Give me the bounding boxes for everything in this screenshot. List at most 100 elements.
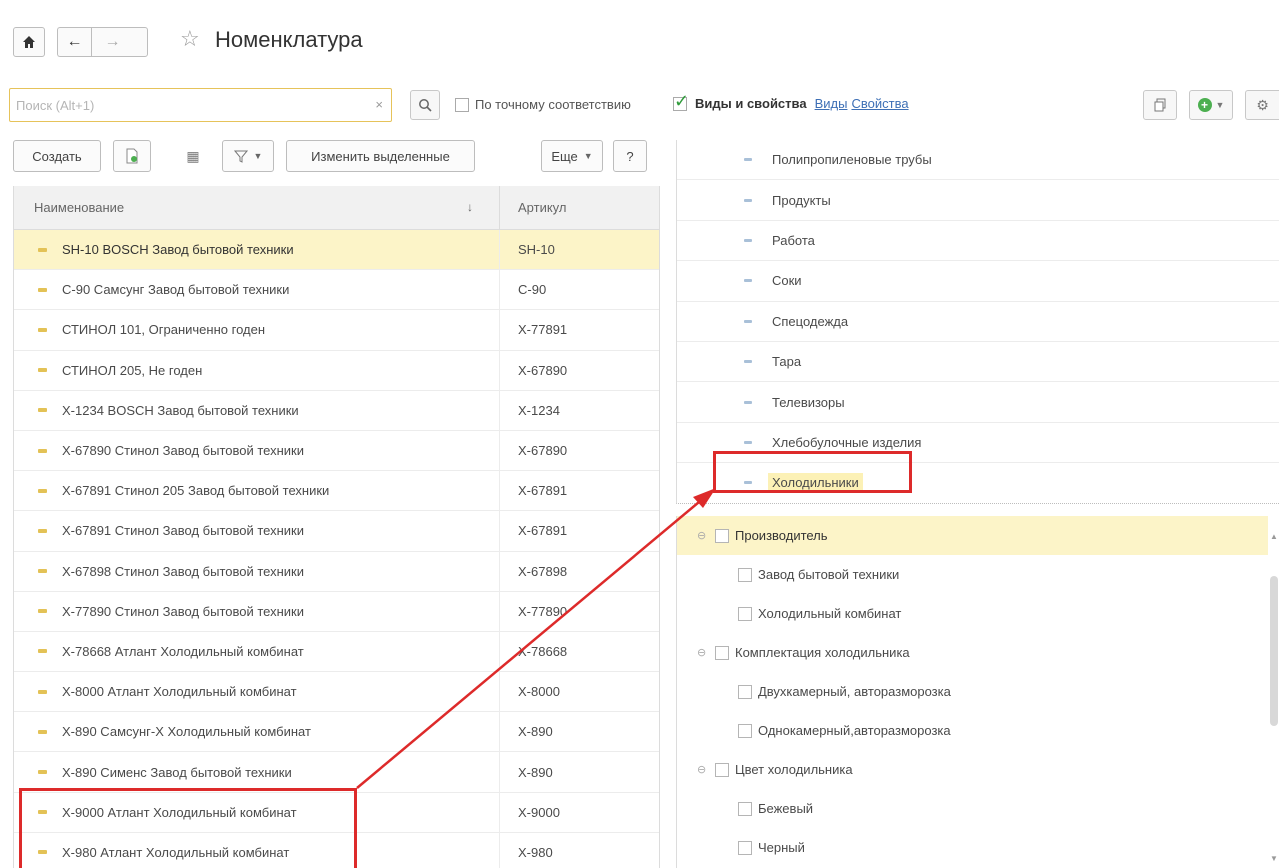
table-row[interactable]: Х-77890 Стинол Завод бытовой техники Х-77… [14, 591, 659, 632]
table-row[interactable]: Х-1234 BOSCH Завод бытовой техники Х-1234 [14, 390, 659, 431]
item-icon [38, 448, 47, 453]
copy-button[interactable] [1143, 90, 1177, 120]
property-value[interactable]: Однокамерный,авторазморозка [677, 711, 1268, 750]
kinds-properties-checkbox[interactable]: ✓ [673, 92, 689, 111]
table-row[interactable]: СТИНОЛ 101, Ограниченно годен Х-77891 [14, 310, 659, 351]
cell-name: Х-890 Сименс Завод бытовой техники [14, 752, 500, 792]
table-icon: ▦ [186, 147, 200, 164]
table-row[interactable]: Х-78668 Атлант Холодильный комбинат Х-786… [14, 631, 659, 673]
create-button[interactable]: Создать [13, 140, 101, 172]
property-checkbox[interactable] [738, 684, 752, 699]
search-field[interactable]: × [9, 88, 392, 122]
kind-item[interactable]: Телевизоры [677, 382, 1279, 423]
table-row[interactable]: Х-8000 Атлант Холодильный комбинат Х-8000 [14, 672, 659, 713]
exact-match-option[interactable]: По точному соответствию [455, 97, 631, 112]
copy-icon [1154, 98, 1166, 112]
table-row[interactable]: Х-890 Сименс Завод бытовой техники Х-890 [14, 752, 659, 793]
cell-name-text: Х-8000 Атлант Холодильный комбинат [62, 684, 297, 700]
column-header-article[interactable]: Артикул [500, 186, 566, 229]
property-value[interactable]: Черный [677, 828, 1268, 867]
property-checkbox[interactable] [738, 801, 752, 816]
kinds-properties-toggle[interactable]: ✓ Виды и свойства Виды Свойства [673, 92, 909, 111]
property-value-label: Черный [758, 840, 805, 855]
kind-item[interactable]: Работа [677, 221, 1279, 262]
property-checkbox[interactable] [715, 645, 729, 660]
kind-item[interactable]: Полипропиленовые трубы [677, 140, 1279, 181]
cell-name-text: Х-67891 Стинол 205 Завод бытовой техники [62, 483, 330, 499]
table-header: Наименование ↓ Артикул [14, 186, 659, 230]
create-copy-button[interactable] [113, 140, 151, 172]
star-icon[interactable]: ☆ [180, 26, 200, 52]
kind-item[interactable]: Спецодежда [677, 302, 1279, 342]
table-row[interactable]: С-90 Самсунг Завод бытовой техники С-90 [14, 270, 659, 311]
clear-icon[interactable]: × [375, 97, 383, 112]
exact-match-checkbox[interactable] [455, 97, 469, 112]
properties-scrollbar[interactable]: ▲ ▼ [1268, 516, 1279, 868]
cell-name: СТИНОЛ 101, Ограниченно годен [14, 310, 500, 350]
property-checkbox[interactable] [738, 840, 752, 855]
header: ← → ☆ Номенклатура [0, 0, 1279, 80]
scroll-thumb[interactable] [1270, 576, 1278, 726]
column-header-name[interactable]: Наименование ↓ [14, 186, 500, 229]
scroll-up-icon[interactable]: ▲ [1270, 532, 1278, 541]
search-input[interactable] [16, 90, 356, 120]
cell-name-text: СТИНОЛ 101, Ограниченно годен [62, 322, 266, 338]
cell-article: Х-9000 [518, 804, 560, 820]
page-title: Номенклатура [215, 27, 363, 52]
scroll-down-icon[interactable]: ▼ [1270, 854, 1278, 863]
table-row[interactable]: Х-890 Самсунг-Х Холодильный комбинат Х-89… [14, 712, 659, 753]
filter-button[interactable]: ▼ [222, 140, 274, 172]
back-button[interactable]: ← [57, 27, 91, 57]
item-icon [744, 360, 752, 364]
properties-link[interactable]: Свойства [851, 96, 908, 111]
property-value[interactable]: Завод бытовой техники [677, 555, 1268, 594]
kind-item[interactable]: Соки [677, 261, 1279, 302]
kind-item[interactable]: Продукты [677, 180, 1279, 221]
property-group-color[interactable]: ⊖ Цвет холодильника [677, 750, 1268, 789]
item-icon [38, 488, 47, 493]
collapse-icon[interactable]: ⊖ [697, 529, 715, 542]
table-row[interactable]: Х-67891 Стинол Завод бытовой техники Х-67… [14, 511, 659, 552]
help-button[interactable]: ? [613, 140, 647, 172]
gear-icon: ⚙ [1256, 96, 1269, 113]
kind-item[interactable]: Тара [677, 342, 1279, 383]
add-button[interactable]: + ▼ [1189, 90, 1233, 120]
table-row[interactable]: SH-10 BOSCH Завод бытовой техники SH-10 [14, 230, 659, 271]
table-row[interactable]: СТИНОЛ 205, Не годен Х-67890 [14, 350, 659, 391]
property-checkbox[interactable] [738, 567, 752, 582]
collapse-icon[interactable]: ⊖ [697, 763, 715, 776]
collapse-icon[interactable]: ⊖ [697, 646, 715, 659]
cell-name-text: Х-67890 Стинол Завод бытовой техники [62, 443, 305, 459]
settings-button[interactable]: ⚙ [1245, 90, 1279, 120]
property-value[interactable]: Холодильный комбинат [677, 594, 1268, 633]
chevron-down-icon: ▼ [1215, 100, 1225, 110]
property-checkbox[interactable] [715, 528, 729, 543]
kinds-properties-label: Виды и свойства [695, 96, 807, 111]
chevron-down-icon: ▼ [253, 151, 263, 161]
more-button[interactable]: Еще ▼ [541, 140, 603, 172]
table-row[interactable]: Х-67890 Стинол Завод бытовой техники Х-67… [14, 430, 659, 472]
search-button[interactable] [410, 90, 440, 120]
property-value[interactable]: Двухкамерный, авторазморозка [677, 672, 1268, 711]
cell-article: Х-67891 [518, 483, 568, 499]
table-row[interactable]: Х-67891 Стинол 205 Завод бытовой техники… [14, 471, 659, 512]
report-button[interactable]: ▦ [177, 140, 209, 172]
property-group-equipment[interactable]: ⊖ Комплектация холодильника [677, 633, 1268, 672]
property-group-manufacturer[interactable]: ⊖ Производитель [677, 516, 1268, 555]
item-icon [744, 158, 752, 162]
cell-name: Х-890 Самсунг-Х Холодильный комбинат [14, 712, 500, 752]
property-checkbox[interactable] [738, 723, 752, 738]
item-icon [38, 729, 47, 734]
forward-button[interactable]: → [91, 27, 148, 57]
property-value-label: Однокамерный,авторазморозка [758, 723, 951, 738]
property-checkbox[interactable] [738, 606, 752, 621]
property-value[interactable]: Бежевый [677, 789, 1268, 828]
kinds-link[interactable]: Виды [815, 96, 848, 111]
cell-article: Х-890 [518, 724, 553, 740]
property-checkbox[interactable] [715, 762, 729, 777]
more-label: Еще [551, 148, 578, 164]
cell-name: Х-67891 Стинол 205 Завод бытовой техники [14, 471, 500, 511]
change-selected-button[interactable]: Изменить выделенные [286, 140, 475, 172]
table-row[interactable]: Х-67898 Стинол Завод бытовой техники Х-67… [14, 551, 659, 592]
home-button[interactable] [13, 27, 45, 57]
